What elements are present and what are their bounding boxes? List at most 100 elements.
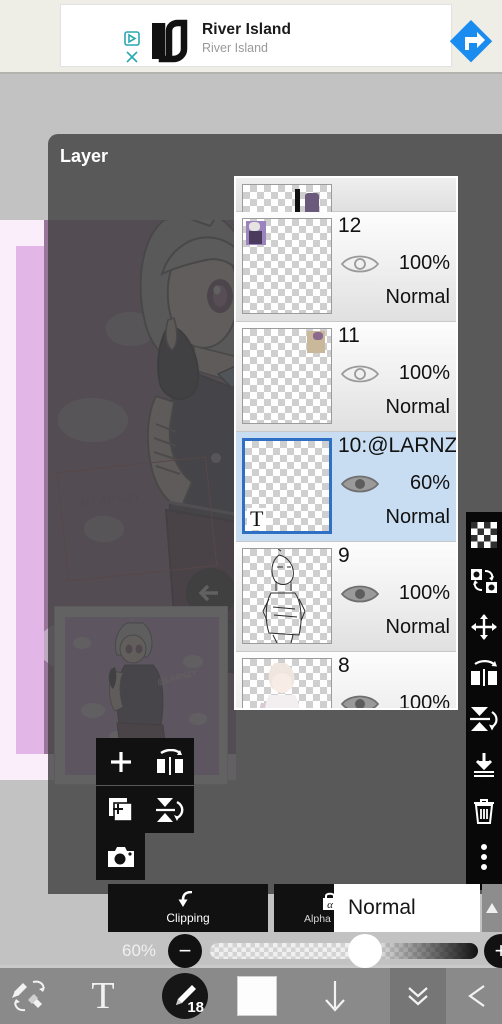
eye-visibility-icon[interactable] bbox=[340, 692, 380, 710]
clipping-button[interactable]: Clipping bbox=[108, 884, 268, 932]
opacity-increase-button[interactable]: + bbox=[484, 934, 502, 968]
checkerboard-icon bbox=[471, 522, 497, 548]
more-vertical-icon bbox=[481, 844, 487, 870]
arrow-down-icon bbox=[325, 981, 345, 1012]
download-button[interactable] bbox=[300, 968, 370, 1024]
layer-blend-mode: Normal bbox=[385, 396, 450, 418]
clipping-arrow-icon bbox=[178, 891, 193, 907]
river-island-logo-icon bbox=[152, 19, 188, 63]
blend-mode-up-button[interactable] bbox=[482, 884, 502, 932]
brush-eraser-swap-button[interactable] bbox=[0, 968, 62, 1024]
layer-blend-mode: Normal bbox=[385, 616, 450, 638]
minus-icon: − bbox=[178, 938, 192, 963]
thumb-pale-color bbox=[259, 663, 300, 708]
flip-horizontal-icon bbox=[156, 748, 183, 775]
layer-controls-row: Clipping α Alpha Lock Normal bbox=[108, 884, 502, 932]
double-chevron-down-icon bbox=[408, 987, 428, 1006]
opacity-slider-row: 60% − + bbox=[108, 934, 502, 968]
layer-thumbnail[interactable]: T bbox=[242, 438, 332, 534]
eye-visibility-icon[interactable] bbox=[340, 582, 380, 606]
camera-button[interactable] bbox=[96, 833, 145, 880]
layer-name: 11 bbox=[338, 324, 360, 347]
flip-horizontal-button[interactable] bbox=[466, 650, 502, 696]
layer-thumbnail[interactable] bbox=[242, 328, 332, 424]
thumb-body bbox=[249, 231, 262, 244]
thumb-lineart bbox=[262, 549, 306, 643]
transparency-button[interactable] bbox=[466, 512, 502, 558]
flip-vertical-button[interactable] bbox=[466, 696, 502, 742]
layer-blend-mode: Normal bbox=[385, 286, 450, 308]
arrow-left-icon bbox=[468, 985, 485, 1007]
layer-list[interactable]: 100% Normal 12 100% Normal bbox=[234, 176, 458, 710]
layer-thumbnail[interactable] bbox=[242, 218, 332, 314]
pencil-tool-button[interactable]: 18 bbox=[150, 968, 220, 1024]
rotate-swap-icon bbox=[471, 569, 497, 593]
adchoices-triangle-icon[interactable] bbox=[124, 31, 144, 65]
collapse-panel-button[interactable] bbox=[390, 968, 446, 1024]
layer-row[interactable]: 11 100% Normal bbox=[236, 322, 456, 432]
ad-content[interactable]: River Island River Island bbox=[60, 4, 493, 67]
text-T-icon: T bbox=[91, 975, 115, 1017]
triangle-up-icon bbox=[486, 903, 498, 913]
layer-opacity: 100% bbox=[398, 582, 450, 604]
duplicate-layer-icon bbox=[108, 797, 133, 822]
more-options-button[interactable] bbox=[466, 834, 502, 880]
layer-opacity: 100% bbox=[398, 252, 450, 274]
ad-subtitle: River Island bbox=[202, 41, 268, 55]
merge-down-icon bbox=[474, 753, 494, 777]
eye-visibility-icon[interactable] bbox=[340, 252, 380, 276]
ad-title: River Island bbox=[202, 21, 292, 38]
ad-banner[interactable]: River Island River Island bbox=[0, 0, 502, 74]
svg-text:α: α bbox=[327, 899, 333, 911]
layer-row[interactable]: 8 100% Normal bbox=[236, 652, 456, 710]
layer-thumbnail[interactable] bbox=[242, 658, 332, 708]
layer-action-sidebar bbox=[466, 512, 502, 890]
delete-layer-button[interactable] bbox=[466, 788, 502, 834]
layer-row[interactable]: 12 100% Normal bbox=[236, 212, 456, 322]
opacity-decrease-button[interactable]: − bbox=[168, 934, 202, 968]
layer-name: 9 bbox=[338, 544, 350, 567]
opacity-value: 60% bbox=[122, 941, 157, 960]
brush-eraser-swap-icon bbox=[12, 980, 45, 1012]
add-layer-button[interactable] bbox=[96, 738, 145, 785]
color-swatch-button[interactable] bbox=[226, 968, 288, 1024]
flip-horizontal-icon bbox=[471, 660, 497, 686]
layer-row-selected[interactable]: T 10:@LARNZY 60% Normal bbox=[236, 432, 456, 542]
camera-icon bbox=[107, 846, 134, 867]
eye-visibility-icon[interactable] bbox=[340, 472, 380, 496]
blend-mode-value: Normal bbox=[348, 896, 416, 919]
move-button[interactable] bbox=[466, 604, 502, 650]
trash-icon bbox=[474, 799, 494, 824]
layer-row[interactable]: 9 100% Normal bbox=[236, 542, 456, 652]
flip-vertical-button[interactable] bbox=[145, 786, 194, 833]
flip-vertical-icon bbox=[470, 707, 498, 731]
opacity-slider-knob[interactable] bbox=[348, 934, 382, 968]
plus-icon: + bbox=[494, 938, 502, 963]
layer-name: 10:@LARNZY bbox=[338, 434, 458, 457]
page-title: Layer bbox=[60, 146, 109, 166]
merge-down-button[interactable] bbox=[466, 742, 502, 788]
clipping-label: Clipping bbox=[166, 911, 210, 925]
layer-opacity: 100% bbox=[398, 692, 450, 710]
layer-thumbnail[interactable] bbox=[242, 548, 332, 644]
rotate-transform-button[interactable] bbox=[466, 558, 502, 604]
arrow-forward-diamond-icon[interactable] bbox=[447, 17, 495, 65]
text-tool-button[interactable]: T bbox=[62, 968, 144, 1024]
blend-mode-select[interactable]: Normal bbox=[334, 884, 480, 932]
flip-horizontal-button[interactable] bbox=[145, 738, 194, 785]
adchoices-controls[interactable] bbox=[124, 31, 144, 65]
bottom-toolbar: T 18 bbox=[0, 968, 502, 1024]
plus-icon bbox=[110, 751, 131, 772]
brush-size-value: 18 bbox=[187, 999, 204, 1016]
layer-name: 8 bbox=[338, 654, 350, 677]
duplicate-layer-button[interactable] bbox=[96, 786, 145, 833]
layer-row[interactable]: 100% Normal bbox=[236, 178, 456, 280]
eye-visibility-icon[interactable] bbox=[340, 362, 380, 386]
move-arrows-icon bbox=[471, 614, 497, 640]
back-button[interactable] bbox=[452, 968, 502, 1024]
pencil-icon: 18 bbox=[162, 973, 208, 1019]
opacity-slider-track[interactable] bbox=[210, 943, 478, 959]
thumb-hair bbox=[249, 222, 260, 231]
layer-blend-mode: Normal bbox=[385, 506, 450, 528]
close-x-icon bbox=[126, 51, 138, 63]
